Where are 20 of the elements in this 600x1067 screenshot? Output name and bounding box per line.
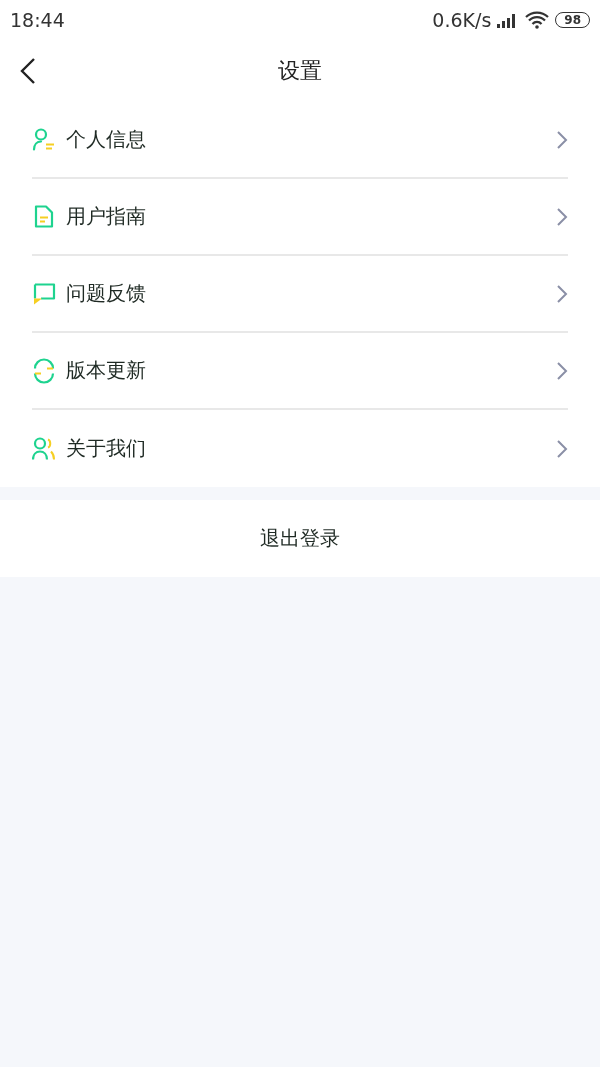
chevron-icon [556, 129, 568, 150]
network-speed: 0.6K/s [432, 9, 492, 31]
settings-item[interactable]: 版本更新 [32, 333, 568, 410]
refresh-icon [32, 357, 56, 384]
chevron-icon [556, 438, 568, 459]
settings-item[interactable]: 问题反馈 [32, 256, 568, 333]
people-icon [32, 435, 56, 462]
chevron-icon [556, 206, 568, 227]
chat-icon [32, 280, 56, 307]
settings-item[interactable]: 用户指南 [32, 179, 568, 256]
person-icon [32, 126, 56, 153]
wifi-icon [525, 11, 550, 29]
settings-item[interactable]: 个人信息 [32, 102, 568, 179]
chevron-icon [556, 360, 568, 381]
settings-item[interactable]: 关于我们 [32, 410, 568, 487]
logout-button[interactable]: 退出登录 [0, 500, 600, 577]
chevron-icon [556, 283, 568, 304]
document-icon [32, 203, 56, 230]
page-title: 设置 [278, 57, 322, 85]
status-time: 18:44 [10, 9, 65, 31]
